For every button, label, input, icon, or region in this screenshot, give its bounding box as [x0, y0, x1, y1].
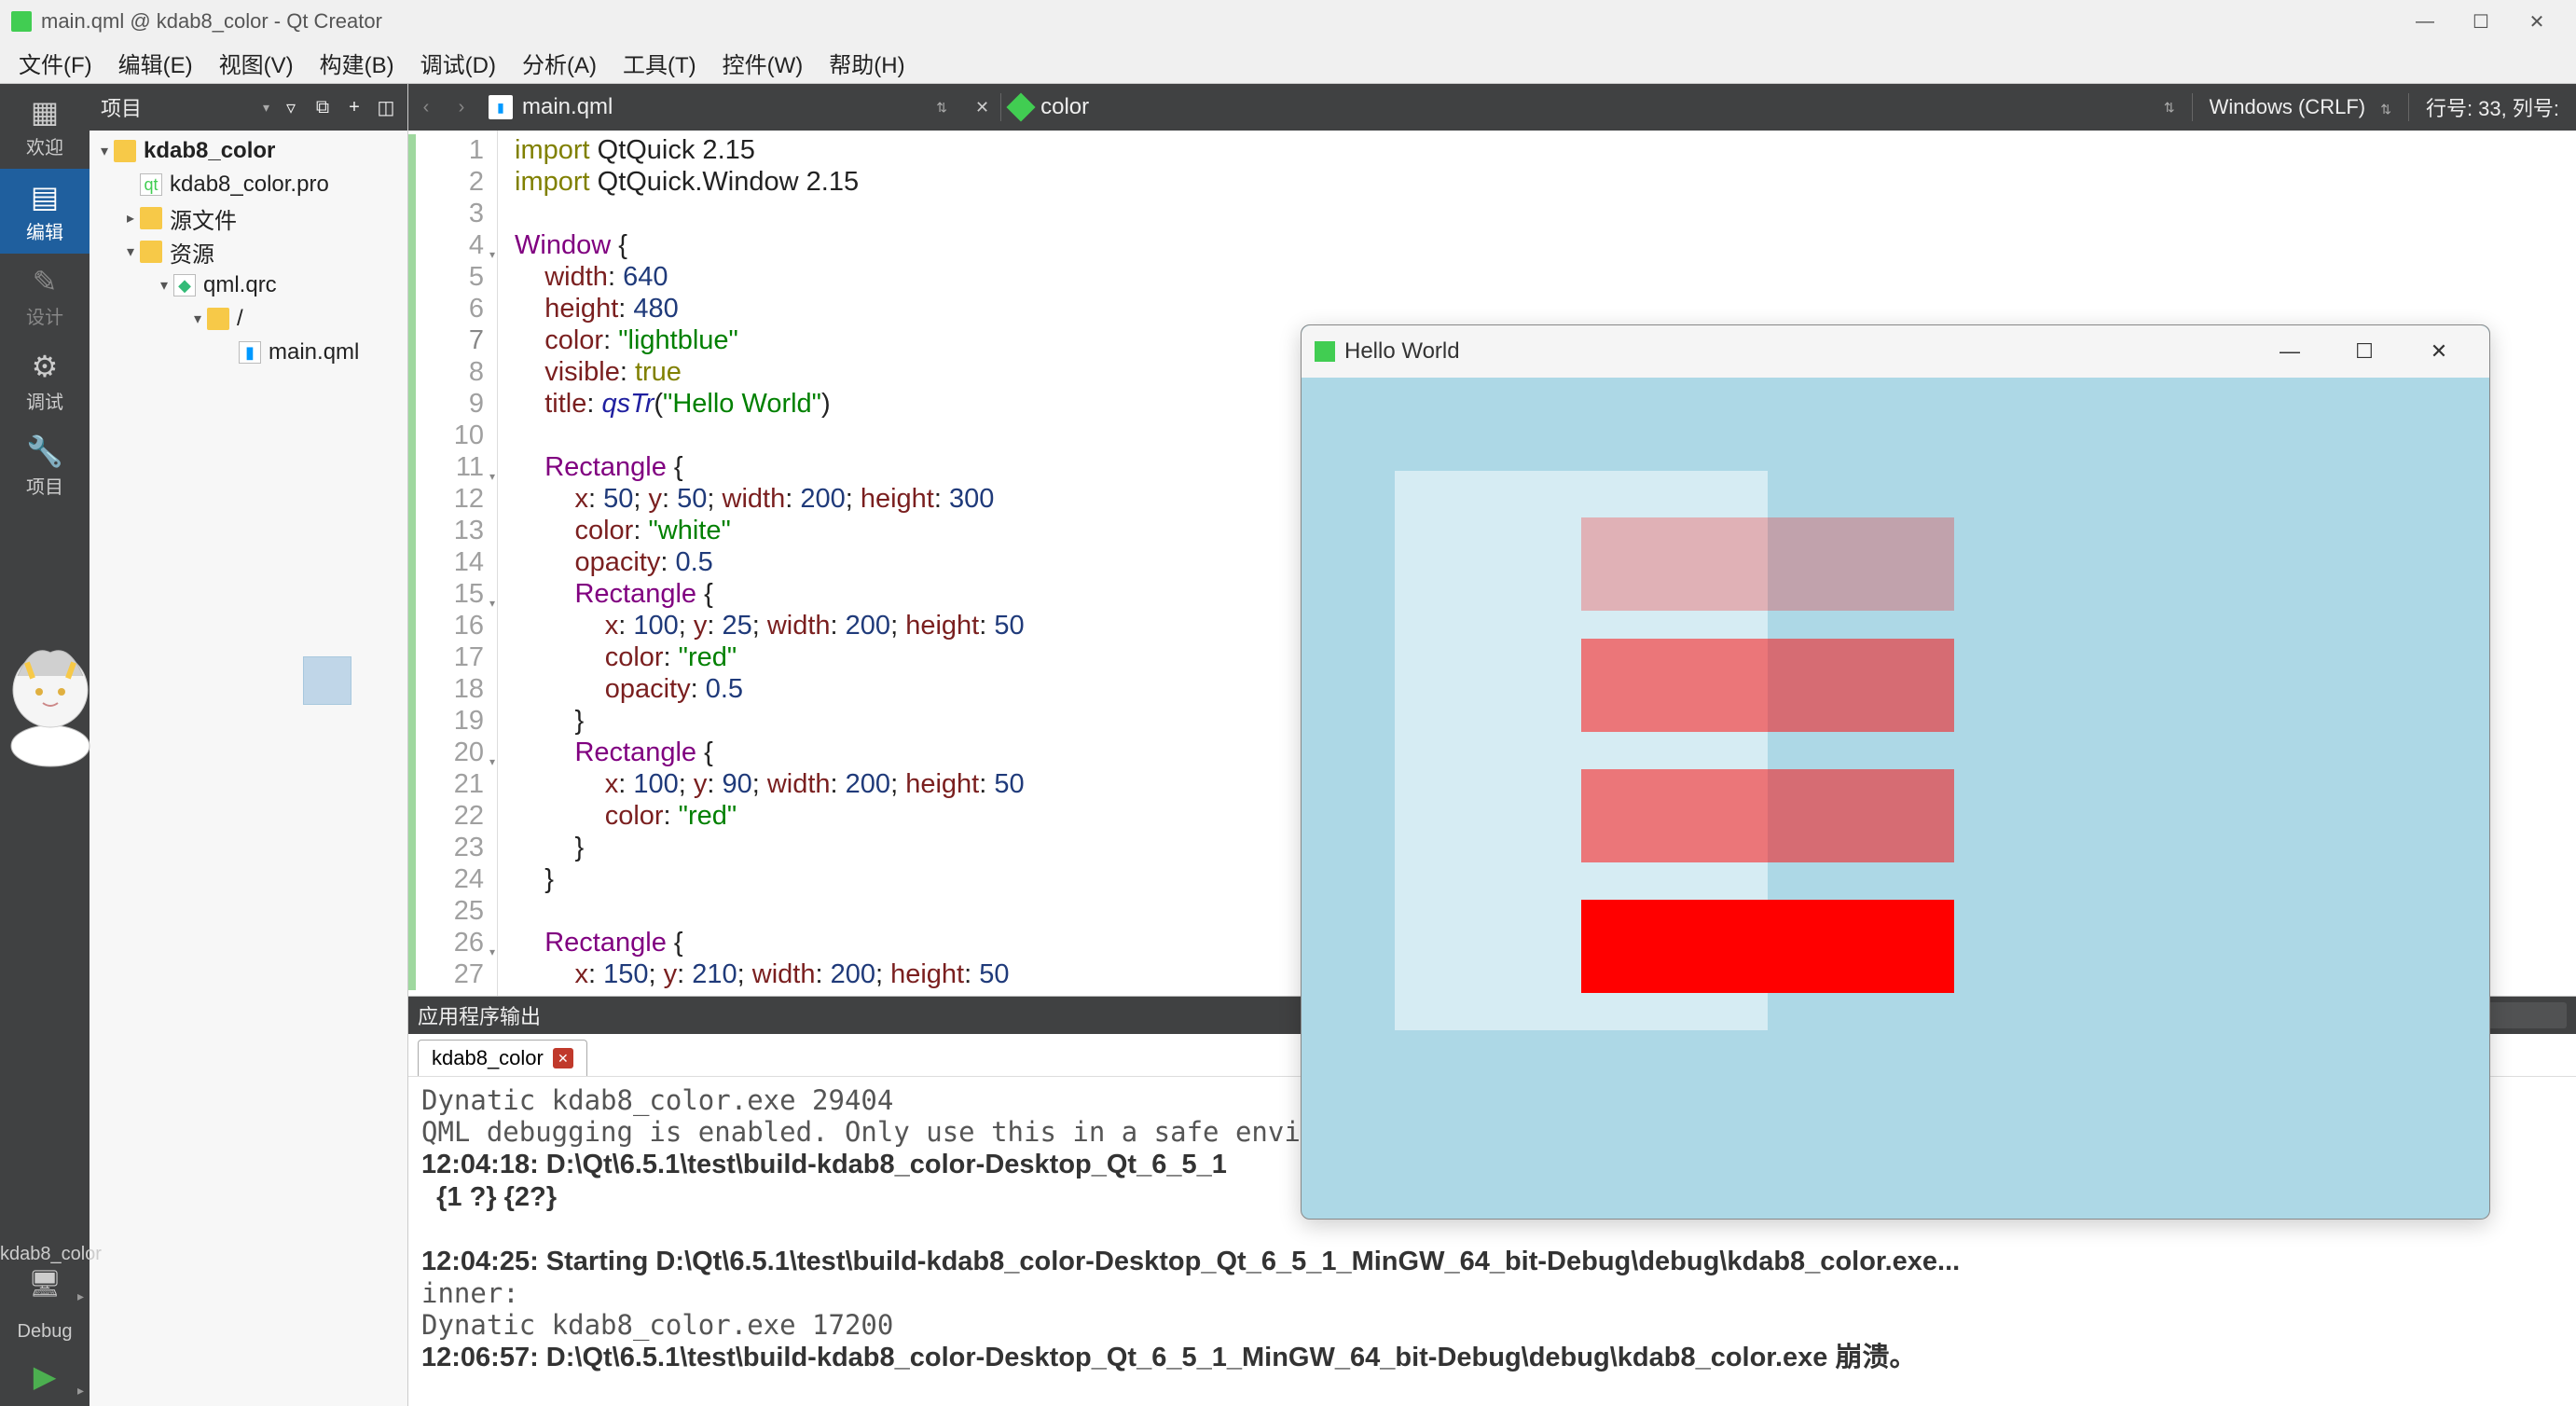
tree-qrc-file[interactable]: ▾◆ qml.qrc [90, 269, 407, 302]
close-tab-icon[interactable]: ✕ [553, 1048, 573, 1068]
editor-toolbar: ‹ › ▮ main.qml ⇅ ✕ color ⇅ Windows (CRLF… [408, 84, 2576, 131]
kit-selector-label: kdab8_color [0, 1244, 102, 1264]
preview-max-button[interactable]: ☐ [2327, 339, 2402, 364]
menu-item[interactable]: 编辑(E) [105, 47, 206, 79]
chevron-updown-icon: ⇅ [929, 100, 955, 116]
output-tab[interactable]: kdab8_color ✕ [418, 1040, 587, 1076]
encoding-combo[interactable]: Windows (CRLF) ⇅ [2193, 95, 2408, 119]
menu-item[interactable]: 文件(F) [6, 47, 105, 79]
tree-slash-folder[interactable]: ▾ / [90, 302, 407, 336]
menu-item[interactable]: 调试(D) [407, 47, 509, 79]
menu-item[interactable]: 视图(V) [206, 47, 307, 79]
app-icon [1315, 341, 1335, 362]
monitor-icon: 🖥 [0, 1271, 90, 1297]
tree-pro-label: kdab8_color.pro [170, 172, 329, 198]
red-bar-0 [1581, 517, 1954, 611]
pencil-icon: ✎ [0, 267, 90, 296]
mode-design-label: 设计 [26, 308, 63, 328]
tree-src-folder[interactable]: ▸ 源文件 [90, 201, 407, 235]
tree-mainqml-file[interactable]: ▮ main.qml [90, 336, 407, 369]
preview-min-button[interactable]: — [2252, 339, 2327, 364]
output-tab-label: kdab8_color [432, 1046, 544, 1070]
grid-icon: ▦ [0, 97, 90, 127]
project-panel-title: 项目 [101, 92, 263, 122]
red-bar-2 [1581, 769, 1954, 862]
preview-close-button[interactable]: ✕ [2402, 339, 2476, 364]
tree-root[interactable]: ▾ kdab8_color [90, 134, 407, 168]
mode-debug[interactable]: ⚙ 调试 ▸ [0, 338, 90, 423]
tree-root-label: kdab8_color [144, 138, 275, 164]
menu-item[interactable]: 控件(W) [709, 47, 817, 79]
preview-titlebar[interactable]: Hello World — ☐ ✕ [1302, 325, 2489, 378]
mode-design[interactable]: ✎ 设计 [0, 254, 90, 338]
menu-item[interactable]: 工具(T) [610, 47, 709, 79]
code-content[interactable]: import QtQuick 2.15import QtQuick.Window… [498, 131, 1025, 996]
tree-pro-file[interactable]: qt kdab8_color.pro [90, 168, 407, 201]
tree-slash-label: / [237, 306, 243, 332]
output-title: 应用程序输出 [418, 1000, 541, 1030]
diamond-icon [1007, 92, 1036, 121]
menu-bar: 文件(F)编辑(E)视图(V)构建(B)调试(D)分析(A)工具(T)控件(W)… [0, 43, 2576, 84]
link-icon[interactable]: ⧉ [307, 97, 338, 118]
menu-item[interactable]: 分析(A) [509, 47, 610, 79]
preview-canvas [1302, 378, 2489, 1219]
open-file-combo[interactable]: ▮ main.qml ⇅ [479, 84, 964, 131]
menu-item[interactable]: 构建(B) [307, 47, 407, 79]
nav-back[interactable]: ‹ [408, 97, 444, 118]
mode-bar: ▦ 欢迎 ▤ 编辑 ✎ 设计 ⚙ 调试 ▸ 🔧 项目 kdab8_color 🖥… [0, 84, 90, 1406]
symbol-combo[interactable]: color ⇅ [1001, 84, 2192, 131]
split-icon[interactable]: ◫ [370, 96, 402, 119]
title-bar: main.qml @ kdab8_color - Qt Creator — ☐ … [0, 0, 2576, 43]
mode-welcome[interactable]: ▦ 欢迎 [0, 84, 90, 169]
symbol-label: color [1040, 94, 1089, 120]
qtcreator-icon [11, 11, 32, 32]
kit-selector[interactable]: kdab8_color 🖥 ▸ [0, 1234, 90, 1312]
maximize-button[interactable]: ☐ [2453, 10, 2509, 34]
red-bar-1 [1581, 639, 1954, 732]
preview-window[interactable]: Hello World — ☐ ✕ [1301, 324, 2490, 1220]
play-icon: ▶ [0, 1361, 90, 1391]
mode-projects[interactable]: 🔧 项目 [0, 423, 90, 508]
line-number-gutter: 1234▾567891011▾12131415▾1617181920▾21222… [408, 131, 498, 996]
close-button[interactable]: ✕ [2509, 10, 2565, 34]
open-file-label: main.qml [522, 94, 613, 120]
bug-icon: ⚙ [0, 352, 90, 381]
nav-forward[interactable]: › [444, 97, 479, 118]
tree-mainqml-label: main.qml [269, 339, 359, 365]
mode-welcome-label: 欢迎 [26, 138, 63, 159]
mode-projects-label: 项目 [26, 477, 63, 498]
preview-title: Hello World [1344, 338, 1460, 365]
tree-res-label: 资源 [170, 236, 214, 269]
mode-edit-label: 编辑 [26, 223, 63, 243]
chevron-updown-icon: ⇅ [2156, 100, 2183, 116]
edit-icon: ▤ [0, 182, 90, 212]
close-file-button[interactable]: ✕ [964, 98, 1000, 117]
red-bar-3 [1581, 900, 1954, 993]
window-title: main.qml @ kdab8_color - Qt Creator [41, 9, 382, 34]
mode-edit[interactable]: ▤ 编辑 [0, 169, 90, 254]
filter-icon[interactable]: ▿ [275, 96, 307, 119]
menu-item[interactable]: 帮助(H) [816, 47, 917, 79]
tree-res-folder[interactable]: ▾ 资源 [90, 235, 407, 269]
mode-debug-label: 调试 [26, 393, 63, 413]
wrench-icon: 🔧 [0, 436, 90, 466]
tree-qrc-label: qml.qrc [203, 272, 277, 298]
run-button[interactable]: ▶ [0, 1352, 90, 1406]
build-config-label: Debug [0, 1312, 90, 1352]
cursor-position[interactable]: 行号: 33, 列号: [2409, 92, 2576, 122]
minimize-button[interactable]: — [2397, 11, 2453, 33]
project-panel-header: 项目 ▾ ▿ ⧉ + ◫ [90, 84, 407, 131]
chevron-down-icon[interactable]: ▾ [263, 100, 269, 116]
qml-file-icon: ▮ [489, 95, 513, 119]
project-panel: 项目 ▾ ▿ ⧉ + ◫ ▾ kdab8_color qt kdab8_colo… [90, 84, 408, 1406]
add-icon[interactable]: + [338, 97, 370, 118]
tree-src-label: 源文件 [170, 202, 237, 235]
project-tree[interactable]: ▾ kdab8_color qt kdab8_color.pro ▸ 源文件 ▾… [90, 131, 407, 1406]
